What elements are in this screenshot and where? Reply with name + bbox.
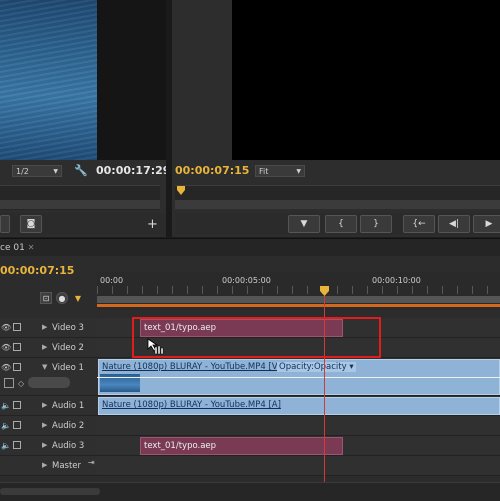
playhead-icon[interactable] (177, 186, 185, 195)
source-transport-button[interactable] (0, 215, 10, 233)
keyframe-nav[interactable] (28, 377, 70, 388)
go-to-in-icon: {← (412, 219, 426, 229)
mark-in-button[interactable]: { (325, 215, 357, 233)
ruler-ticks (97, 286, 500, 294)
cursor-icon (147, 338, 164, 355)
chevron-down-icon: ▼ (296, 168, 301, 175)
program-pasteboard (172, 0, 232, 160)
mark-out-icon: } (373, 219, 379, 229)
lock-icon[interactable] (13, 421, 21, 429)
snap-icon[interactable]: ⊡ (40, 292, 52, 304)
camera-icon: ◙ (26, 219, 36, 229)
marker-icon: ▼ (300, 219, 308, 229)
track-name: Video 1 (52, 363, 84, 373)
speaker-icon[interactable]: 🔈 (1, 421, 11, 430)
program-timecode[interactable]: 00:00:07:15 (175, 164, 249, 177)
track-name: Audio 3 (52, 441, 85, 451)
program-video-frame (232, 0, 500, 160)
track-header-video-3[interactable]: 👁 ▶ Video 3 (0, 318, 97, 338)
expand-arrow-icon[interactable]: ▶ (42, 323, 47, 331)
expand-arrow-icon[interactable]: ▶ (42, 421, 47, 429)
step-back-button[interactable]: ◀| (438, 215, 470, 233)
expand-arrow-icon[interactable]: ▶ (42, 441, 47, 449)
track-header-master[interactable]: ▶ Master ⇥ (0, 456, 97, 476)
source-timecode[interactable]: 00:00:17:29 (96, 164, 170, 177)
tab-sequence[interactable]: ce 01 ✕ (0, 240, 34, 256)
timeline-tools: ⊡ ● ▼ (40, 292, 88, 305)
wrench-icon[interactable]: 🔧 (74, 164, 88, 177)
ruler-label: 00:00:10:00 (372, 276, 421, 285)
track-name: Audio 2 (52, 421, 85, 431)
mark-out-button[interactable]: } (360, 215, 392, 233)
source-zoom-select[interactable]: 1/2 ▼ (12, 165, 62, 177)
track-lane-master (97, 456, 500, 476)
effect-label: Opacity:Opacity (279, 362, 347, 372)
track-lane-audio-2[interactable] (97, 416, 500, 436)
work-area-range[interactable] (97, 304, 500, 307)
effect-select[interactable]: Opacity:Opacity ▾ (277, 362, 356, 372)
program-zoom-scrollbar[interactable] (175, 200, 500, 209)
close-icon[interactable]: ✕ (28, 243, 35, 252)
play-icon: ▶ (485, 219, 493, 229)
timeline-timecode[interactable]: 00:00:07:15 (0, 264, 74, 277)
lock-icon[interactable] (13, 323, 21, 331)
track-header-video-1[interactable]: 👁 ▼ Video 1 ◇ (0, 358, 97, 396)
source-letterbox (97, 0, 166, 160)
display-style-icon[interactable] (4, 378, 14, 388)
plus-icon[interactable]: + (147, 217, 158, 232)
track-name: Master (52, 461, 82, 471)
ruler-label: 00:00 (100, 276, 124, 285)
mark-in-icon: { (338, 219, 344, 229)
clip-label: Nature (1080p) BLURAY - YouTube.MP4 [V] (102, 362, 281, 372)
source-zoom-scrollbar[interactable] (0, 200, 160, 209)
eye-icon[interactable]: 👁 (1, 323, 11, 332)
source-zoom-value: 1/2 (16, 167, 29, 176)
lock-icon[interactable] (13, 343, 21, 351)
track-name: Video 3 (52, 323, 84, 333)
program-fit-select[interactable]: Fit ▼ (255, 165, 305, 177)
expand-arrow-icon[interactable]: ▶ (42, 343, 47, 351)
eye-icon[interactable]: 👁 (1, 363, 11, 372)
track-header-video-2[interactable]: 👁 ▶ Video 2 (0, 338, 97, 358)
lock-icon[interactable] (13, 363, 21, 371)
marker-icon[interactable]: ▼ (72, 293, 84, 305)
track-header-audio-2[interactable]: 🔈 ▶ Audio 2 (0, 416, 97, 436)
sequence-tab-label: ce 01 (0, 243, 25, 253)
expand-arrow-icon[interactable]: ▶ (42, 401, 47, 409)
program-fit-value: Fit (259, 167, 269, 176)
go-to-in-button[interactable]: {← (403, 215, 435, 233)
keyframe-icon[interactable]: ◇ (18, 379, 24, 388)
ruler-label: 00:00:05:00 (222, 276, 271, 285)
chevron-down-icon: ▼ (53, 168, 58, 175)
resize-icon[interactable]: ⇥ (88, 458, 95, 467)
track-header-audio-1[interactable]: 🔈 ▶ Audio 1 (0, 396, 97, 416)
playhead-icon[interactable] (320, 286, 329, 296)
eye-icon[interactable]: 👁 (1, 343, 11, 352)
timeline-tab-bar (0, 238, 500, 257)
opacity-rubber-band[interactable] (97, 377, 500, 378)
add-marker-icon[interactable]: ● (56, 292, 68, 304)
timeline-horizontal-scrollbar[interactable] (0, 488, 100, 495)
track-header-audio-3[interactable]: 🔈 ▶ Audio 3 (0, 436, 97, 456)
add-marker-button[interactable]: ▼ (288, 215, 320, 233)
speaker-icon[interactable]: 🔈 (1, 441, 11, 450)
step-back-icon: ◀| (449, 219, 459, 229)
lock-icon[interactable] (13, 441, 21, 449)
export-frame-button[interactable]: ◙ (20, 215, 42, 233)
program-time-ruler[interactable] (175, 185, 500, 200)
expand-arrow-icon[interactable]: ▶ (42, 461, 47, 469)
track-name: Audio 1 (52, 401, 85, 411)
clip-audio-3[interactable]: text_01/typo.aep (140, 437, 343, 455)
source-video-frame (0, 0, 97, 160)
clip-label: text_01/typo.aep (144, 441, 217, 451)
work-area-bar[interactable] (97, 296, 500, 303)
collapse-arrow-icon[interactable]: ▼ (42, 363, 47, 371)
speaker-icon[interactable]: 🔈 (1, 401, 11, 410)
track-name: Video 2 (52, 343, 84, 353)
clip-audio-1[interactable]: Nature (1080p) BLURAY - YouTube.MP4 [A] (98, 397, 500, 415)
play-button[interactable]: ▶ (473, 215, 500, 233)
clip-label: Nature (1080p) BLURAY - YouTube.MP4 [A] (102, 400, 281, 410)
lock-icon[interactable] (13, 401, 21, 409)
